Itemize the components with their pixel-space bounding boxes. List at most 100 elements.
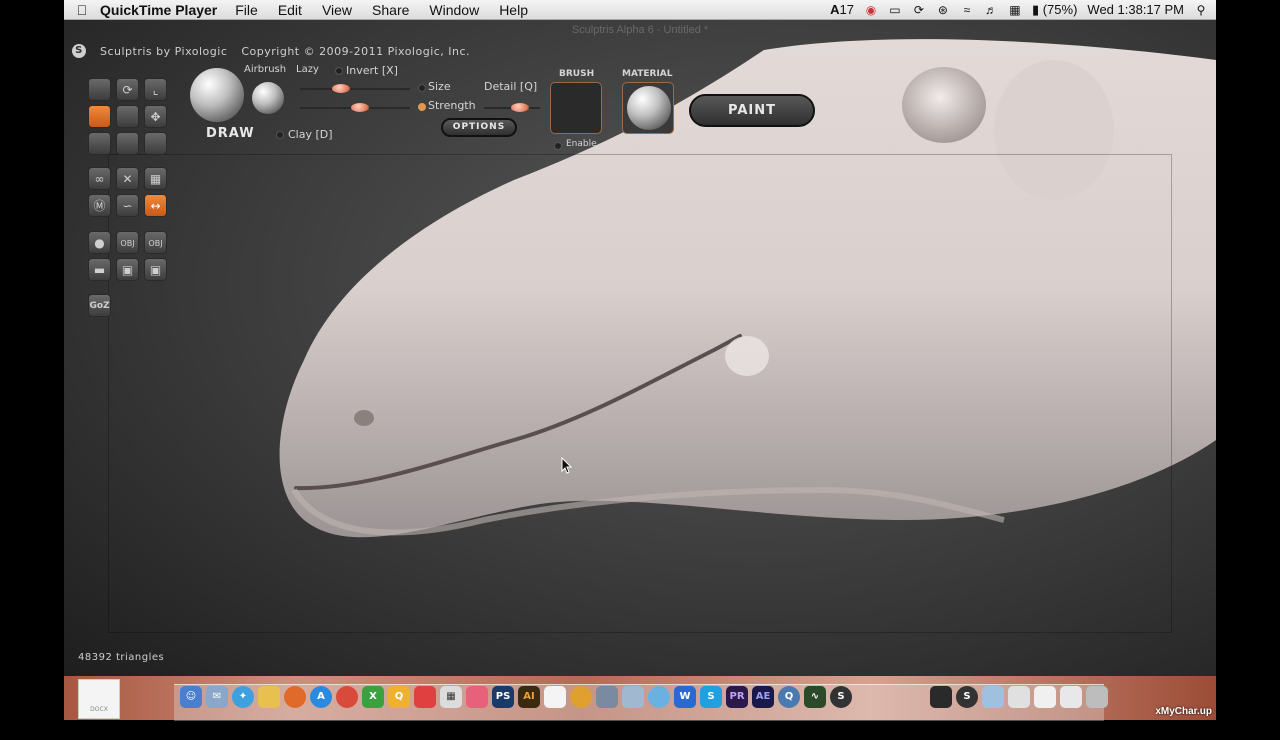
menu-file[interactable]: File bbox=[235, 2, 258, 18]
new-plane-icon[interactable]: ▬ bbox=[88, 258, 111, 281]
calculator-icon[interactable]: ▦ bbox=[440, 686, 462, 708]
record-icon[interactable]: ◉ bbox=[864, 4, 878, 16]
symmetry-tool-icon[interactable]: ∞ bbox=[88, 167, 111, 190]
chrome-icon[interactable] bbox=[336, 686, 358, 708]
airbrush-stroke-icon[interactable] bbox=[252, 82, 284, 114]
notes-icon[interactable] bbox=[258, 686, 280, 708]
goz-button[interactable]: GoZ bbox=[88, 294, 111, 317]
terminal-icon[interactable] bbox=[930, 686, 952, 708]
size-label[interactable]: Size bbox=[428, 80, 451, 93]
airbrush-label[interactable]: Airbrush bbox=[244, 64, 286, 75]
word-icon[interactable]: W bbox=[674, 686, 696, 708]
move-tool-icon[interactable]: ✥ bbox=[144, 105, 167, 128]
pdf-stack-icon[interactable] bbox=[1034, 686, 1056, 708]
desktop-document-icon[interactable]: DOCX bbox=[78, 679, 120, 719]
firefox-icon[interactable] bbox=[284, 686, 306, 708]
app-menu[interactable]: QuickTime Player bbox=[100, 2, 217, 18]
dock-file-label[interactable]: xMyChar.up bbox=[1155, 706, 1212, 717]
photoshop-icon[interactable]: PS bbox=[492, 686, 514, 708]
safari-icon[interactable]: ✦ bbox=[232, 686, 254, 708]
wireframe-toggle-icon[interactable]: ▦ bbox=[144, 167, 167, 190]
flatten-tool-icon[interactable] bbox=[116, 132, 139, 155]
adobe-updates-icon[interactable]: A17 bbox=[830, 2, 854, 17]
volume-icon[interactable]: ♬ bbox=[984, 4, 998, 16]
brush-swatch[interactable] bbox=[550, 82, 602, 134]
menu-clock[interactable]: Wed 1:38:17 PM bbox=[1087, 2, 1184, 17]
paint-button[interactable]: PAINT bbox=[689, 94, 815, 127]
letterbox-right bbox=[1216, 0, 1280, 720]
premiere-icon[interactable]: PR bbox=[726, 686, 748, 708]
mirror-tool-icon[interactable]: Ⓜ bbox=[88, 194, 111, 217]
smooth-tool-icon[interactable] bbox=[144, 132, 167, 155]
enable-toggle[interactable] bbox=[554, 142, 562, 150]
reduce-tool-icon[interactable]: ∽ bbox=[116, 194, 139, 217]
clay-label[interactable]: Clay [D] bbox=[288, 128, 333, 141]
downloads-icon[interactable] bbox=[1008, 686, 1030, 708]
clay-toggle[interactable] bbox=[276, 131, 284, 139]
crease-tool-icon[interactable] bbox=[88, 78, 111, 101]
photo-app-icon[interactable] bbox=[570, 686, 592, 708]
sync-icon[interactable]: ⟳ bbox=[912, 4, 926, 16]
after-effects-icon[interactable]: AE bbox=[752, 686, 774, 708]
image-capture-icon[interactable] bbox=[622, 686, 644, 708]
mail-icon[interactable]: ✉ bbox=[206, 686, 228, 708]
pinch-tool-icon[interactable] bbox=[88, 132, 111, 155]
illustrator-icon[interactable]: AI bbox=[518, 686, 540, 708]
sculptris-dock-icon[interactable]: S bbox=[956, 686, 978, 708]
strength-radio[interactable] bbox=[418, 103, 426, 111]
size-radio[interactable] bbox=[418, 84, 426, 92]
menu-view[interactable]: View bbox=[322, 2, 352, 18]
acrobat-reader-icon[interactable] bbox=[466, 686, 488, 708]
menu-window[interactable]: Window bbox=[429, 2, 479, 18]
wifi-icon[interactable]: ≈ bbox=[960, 4, 974, 16]
material-swatch[interactable] bbox=[622, 82, 674, 134]
spotlight-search-icon[interactable]: ⚲ bbox=[1194, 4, 1208, 16]
import-obj-button[interactable]: OBJ bbox=[116, 231, 139, 254]
input-menu-icon[interactable]: ▦ bbox=[1008, 4, 1022, 16]
battery-indicator[interactable]: ▮ (75%) bbox=[1032, 2, 1077, 18]
preview-icon[interactable] bbox=[596, 686, 618, 708]
pdf-app-icon[interactable] bbox=[414, 686, 436, 708]
activity-monitor-icon[interactable]: ∿ bbox=[804, 686, 826, 708]
inflate-tool-icon[interactable] bbox=[116, 105, 139, 128]
menu-help[interactable]: Help bbox=[499, 2, 528, 18]
rotate-tool-icon[interactable]: ⟳ bbox=[116, 78, 139, 101]
folder-icon[interactable] bbox=[982, 686, 1004, 708]
menu-share[interactable]: Share bbox=[372, 2, 409, 18]
invert-toggle[interactable] bbox=[335, 67, 343, 75]
search-app-icon[interactable]: Q bbox=[388, 686, 410, 708]
enable-label[interactable]: Enable bbox=[566, 139, 597, 149]
messages-icon[interactable] bbox=[648, 686, 670, 708]
skype-icon[interactable]: S bbox=[700, 686, 722, 708]
options-button[interactable]: OPTIONS bbox=[441, 118, 517, 137]
lazy-label[interactable]: Lazy bbox=[296, 64, 319, 75]
brush-preview-icon[interactable] bbox=[190, 68, 244, 122]
pdf-document-icon[interactable] bbox=[544, 686, 566, 708]
documents-icon[interactable] bbox=[1060, 686, 1082, 708]
detail-label[interactable]: Detail [Q] bbox=[484, 80, 537, 93]
apple-menu-icon[interactable]:  bbox=[64, 2, 100, 18]
save-icon[interactable]: ▣ bbox=[116, 258, 139, 281]
app-store-icon[interactable]: A bbox=[310, 686, 332, 708]
mouse-cursor-icon bbox=[561, 457, 573, 474]
finder-icon[interactable]: ☺ bbox=[180, 686, 202, 708]
quicktime-icon[interactable]: Q bbox=[778, 686, 800, 708]
export-obj-button[interactable]: OBJ bbox=[144, 231, 167, 254]
invert-label[interactable]: Invert [X] bbox=[346, 64, 398, 77]
draw-tool-icon[interactable] bbox=[88, 105, 111, 128]
trash-icon[interactable] bbox=[1086, 686, 1108, 708]
grab-tool-icon[interactable]: ✕ bbox=[116, 167, 139, 190]
detail-slider-knob[interactable] bbox=[510, 103, 529, 112]
display-icon[interactable]: ▭ bbox=[888, 4, 902, 16]
crop-tool-icon[interactable]: ⌞ bbox=[144, 78, 167, 101]
symmetry-on-icon[interactable]: ↔ bbox=[144, 194, 167, 217]
bluetooth-icon[interactable]: ⊛ bbox=[936, 4, 950, 16]
save-as-icon[interactable]: ▣ bbox=[144, 258, 167, 281]
strength-slider-knob[interactable] bbox=[350, 103, 369, 112]
crossover-icon[interactable]: X bbox=[362, 686, 384, 708]
strength-label[interactable]: Strength bbox=[428, 99, 476, 112]
menu-edit[interactable]: Edit bbox=[278, 2, 302, 18]
size-slider[interactable] bbox=[300, 88, 410, 90]
new-sphere-icon[interactable]: ● bbox=[88, 231, 111, 254]
sculptris-app-icon[interactable]: S bbox=[830, 686, 852, 708]
